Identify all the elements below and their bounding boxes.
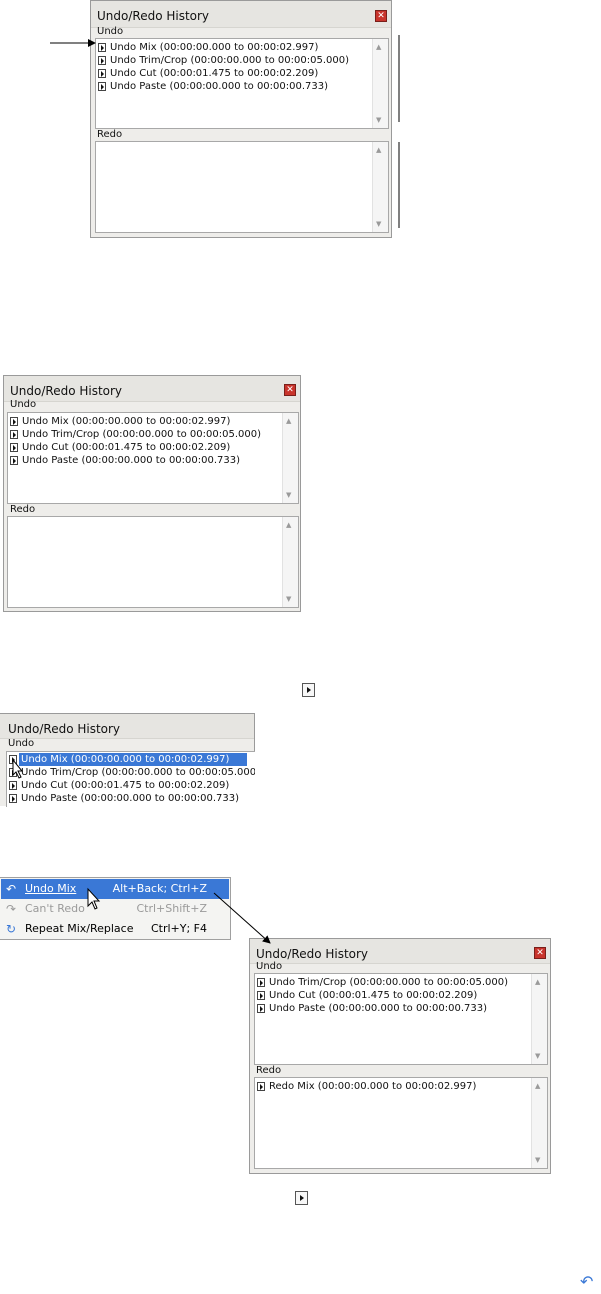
callout-arrow	[213, 892, 271, 944]
mouse-cursor-icon	[87, 887, 101, 910]
mouse-cursor-icon	[12, 758, 24, 779]
annotation-overlay	[12, 35, 400, 944]
